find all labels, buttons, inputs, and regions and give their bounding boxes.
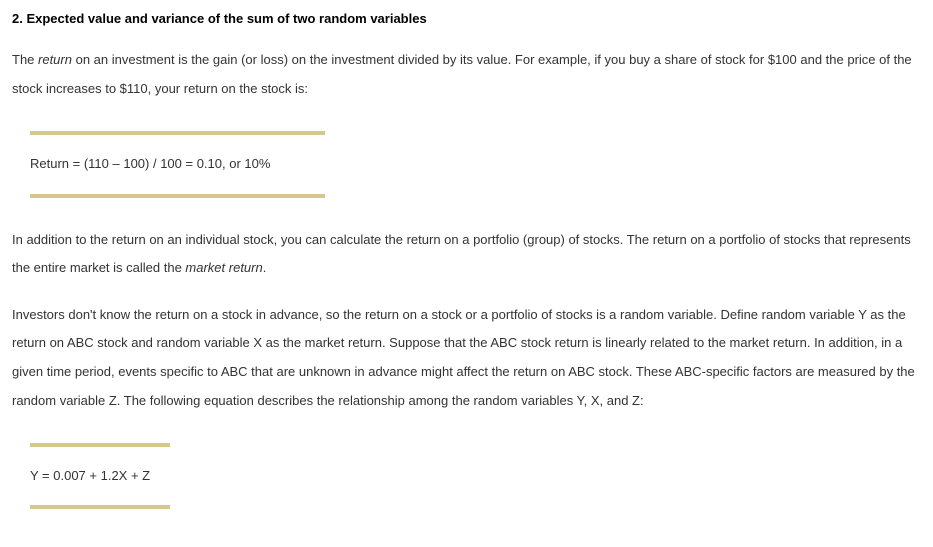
italic-term-market-return: market return	[185, 260, 262, 275]
formula-block-2: Y = 0.007 + 1.2X + Z	[30, 443, 921, 509]
paragraph-3: Investors don't know the return on a sto…	[12, 301, 921, 415]
divider-top	[30, 131, 325, 135]
formula-return: Return = (110 – 100) / 100 = 0.10, or 10…	[30, 155, 921, 173]
text-segment: on an investment is the gain (or loss) o…	[12, 52, 912, 96]
section-heading: 2. Expected value and variance of the su…	[12, 10, 921, 28]
paragraph-1: The return on an investment is the gain …	[12, 46, 921, 103]
formula-block-1: Return = (110 – 100) / 100 = 0.10, or 10…	[30, 131, 921, 197]
divider-bottom	[30, 505, 170, 509]
paragraph-2: In addition to the return on an individu…	[12, 226, 921, 283]
text-segment: The	[12, 52, 38, 67]
italic-term-return: return	[38, 52, 72, 67]
formula-equation: Y = 0.007 + 1.2X + Z	[30, 467, 921, 485]
text-segment: .	[263, 260, 267, 275]
divider-bottom	[30, 194, 325, 198]
text-segment: In addition to the return on an individu…	[12, 232, 911, 276]
divider-top	[30, 443, 170, 447]
